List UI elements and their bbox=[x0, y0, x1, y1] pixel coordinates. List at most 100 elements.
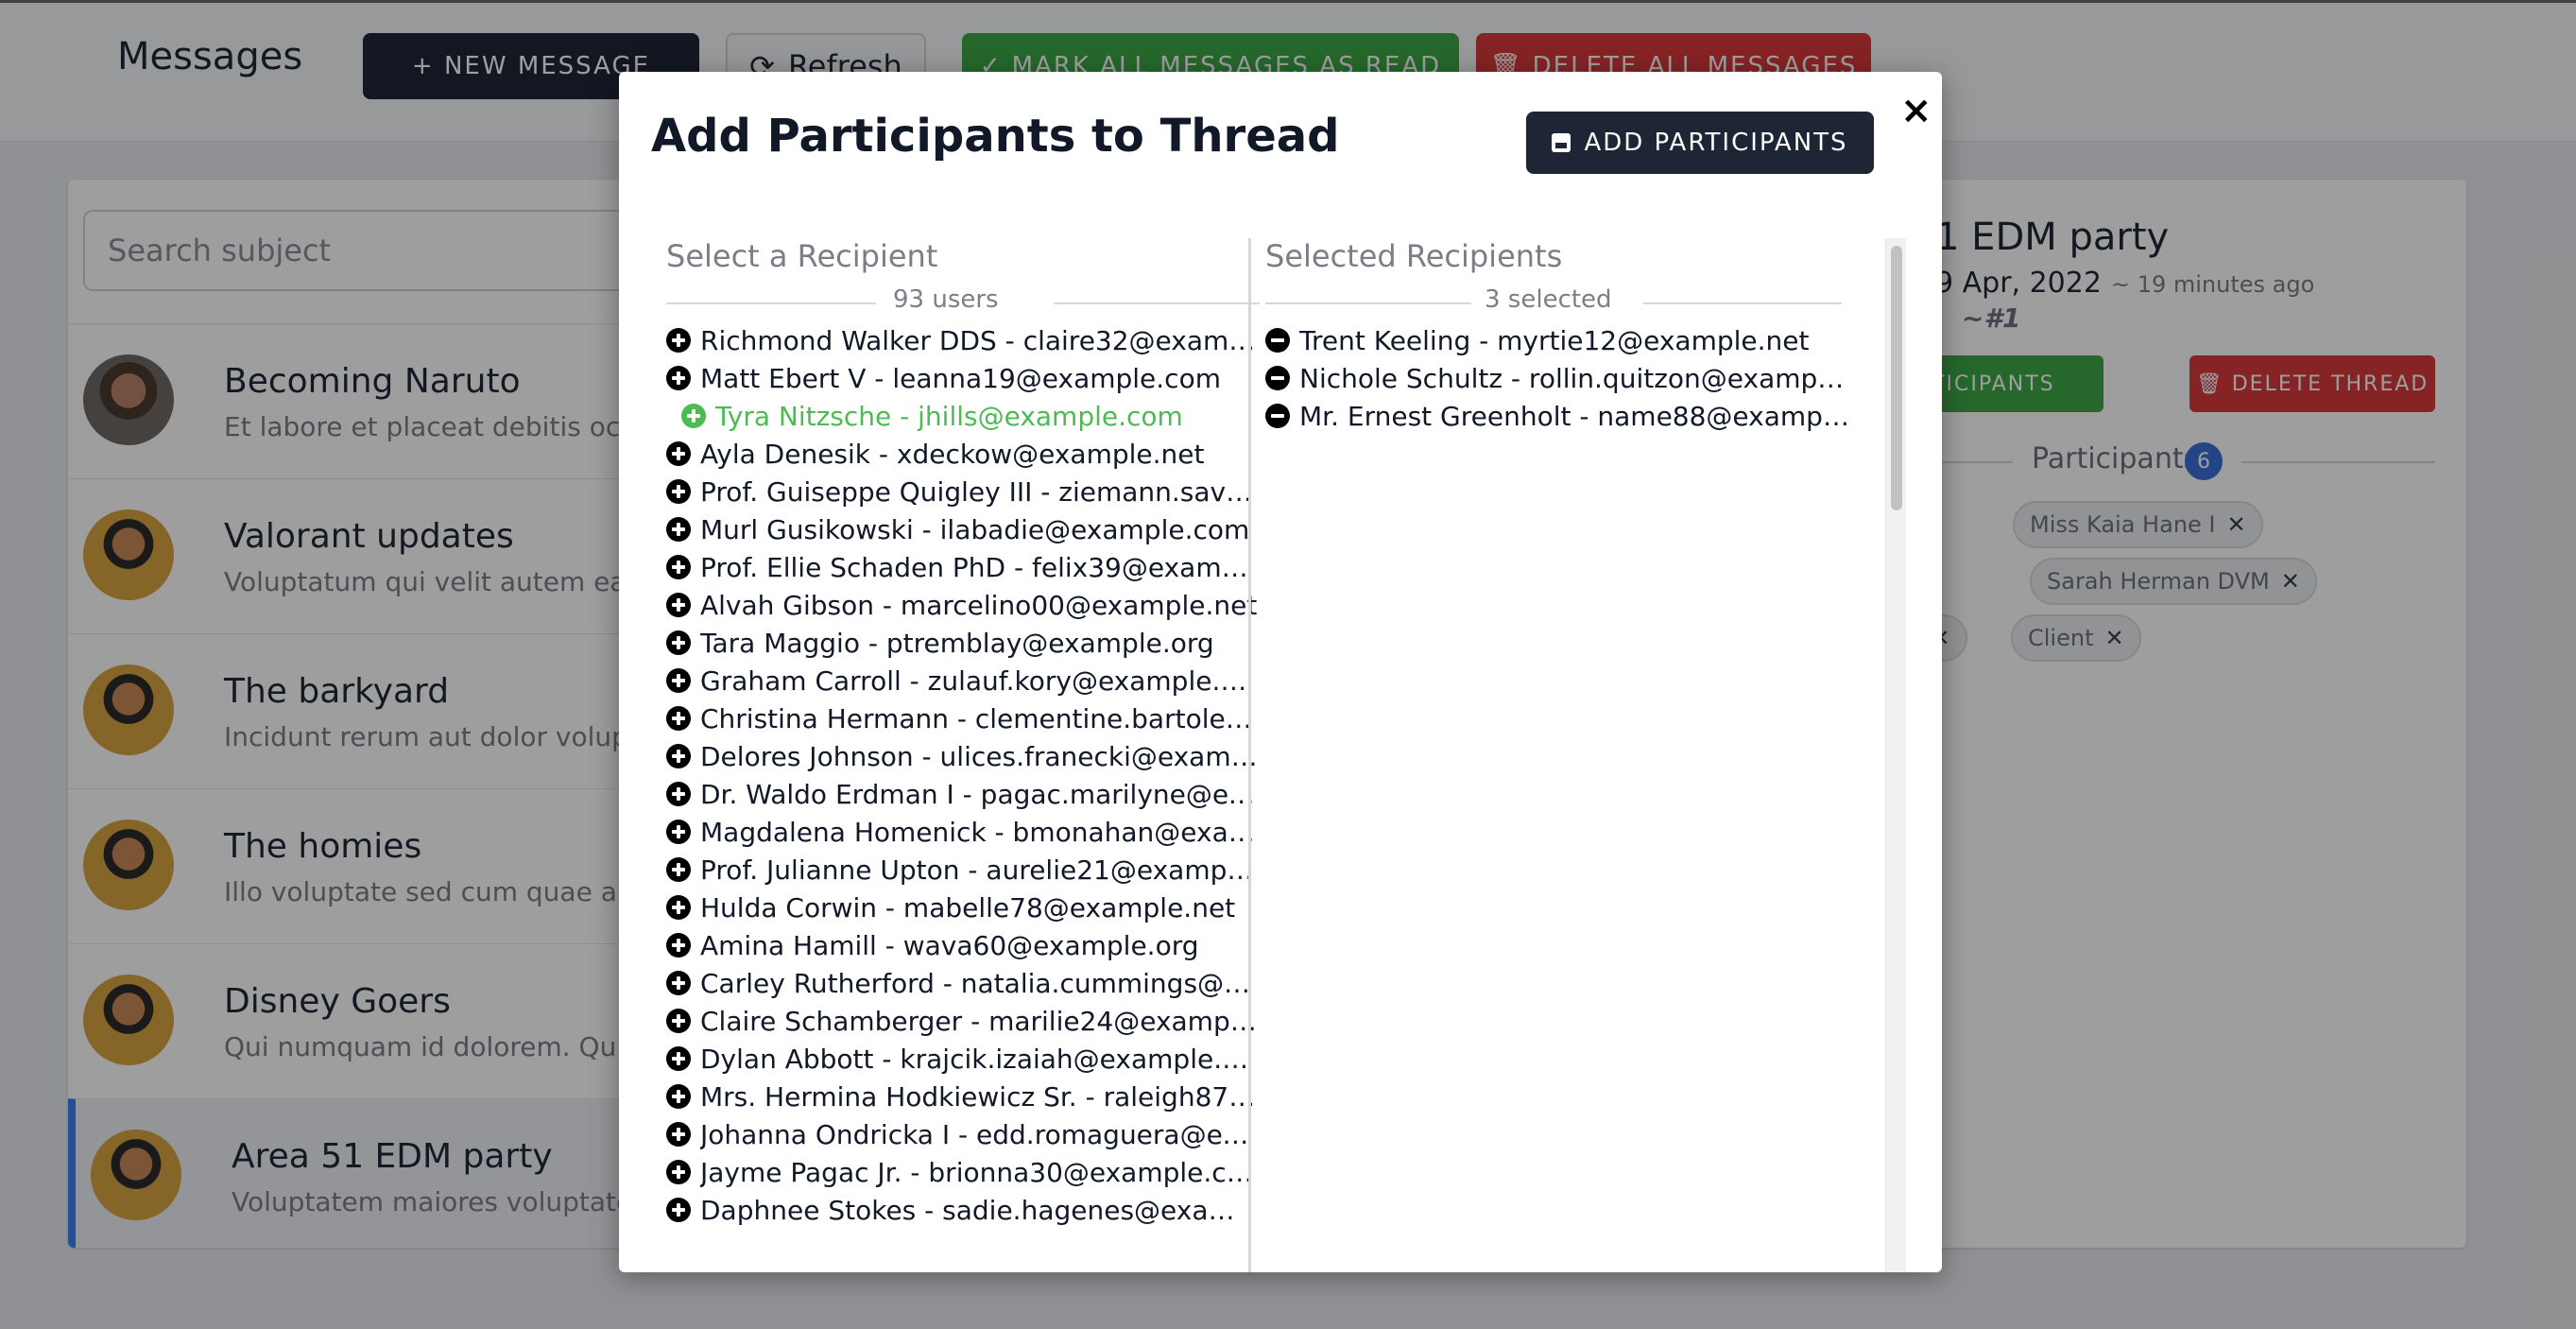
selected-count: 3 selected bbox=[1485, 285, 1612, 314]
plus-circle-icon[interactable] bbox=[666, 1084, 691, 1109]
recipient-label: Mrs. Hermina Hodkiewicz Sr. - raleigh87@… bbox=[700, 1080, 1260, 1113]
recipient-item[interactable]: Christina Hermann - clementine.bartolett… bbox=[666, 699, 1260, 737]
add-participants-submit-button[interactable]: ADD PARTICIPANTS bbox=[1526, 112, 1874, 174]
recipient-item[interactable]: Prof. Julianne Upton - aurelie21@example… bbox=[666, 851, 1260, 889]
minus-circle-icon[interactable] bbox=[1265, 366, 1290, 390]
plus-circle-icon[interactable] bbox=[666, 706, 691, 731]
plus-circle-icon[interactable] bbox=[666, 1122, 691, 1147]
plus-circle-icon[interactable] bbox=[666, 857, 691, 882]
recipient-label: Christina Hermann - clementine.bartolett… bbox=[700, 702, 1260, 734]
recipient-label: Richmond Walker DDS - claire32@example.n… bbox=[700, 324, 1260, 356]
recipient-item[interactable]: Mrs. Hermina Hodkiewicz Sr. - raleigh87@… bbox=[666, 1078, 1260, 1115]
minus-circle-icon[interactable] bbox=[1265, 404, 1290, 428]
recipient-label: Daphnee Stokes - sadie.hagenes@example.c… bbox=[700, 1194, 1260, 1226]
recipient-label: Hulda Corwin - mabelle78@example.net bbox=[700, 891, 1236, 923]
recipient-label: Johanna Ondricka I - edd.romaguera@examp… bbox=[700, 1118, 1260, 1150]
recipient-item[interactable]: Tara Maggio - ptremblay@example.org bbox=[666, 624, 1260, 662]
recipient-label: Dr. Waldo Erdman I - pagac.marilyne@exam… bbox=[700, 778, 1260, 810]
recipient-item[interactable]: Delores Johnson - ulices.franecki@exampl… bbox=[666, 737, 1260, 775]
recipient-label: Matt Ebert V - leanna19@example.com bbox=[700, 362, 1221, 394]
selected-recipient-item[interactable]: Trent Keeling - myrtie12@example.net bbox=[1265, 321, 1851, 359]
close-icon[interactable]: × bbox=[1900, 89, 1932, 132]
scrollbar-thumb[interactable] bbox=[1891, 246, 1902, 510]
recipient-item[interactable]: Prof. Ellie Schaden PhD - felix39@exampl… bbox=[666, 548, 1260, 586]
plus-circle-icon[interactable] bbox=[666, 555, 691, 579]
plus-circle-icon[interactable] bbox=[666, 479, 691, 504]
recipient-list: Richmond Walker DDS - claire32@example.n… bbox=[666, 321, 1260, 1229]
recipient-item[interactable]: Hulda Corwin - mabelle78@example.net bbox=[666, 889, 1260, 926]
recipient-label: Trent Keeling - myrtie12@example.net bbox=[1299, 324, 1810, 356]
recipient-label: Ayla Denesik - xdeckow@example.net bbox=[700, 438, 1205, 470]
selected-list: Trent Keeling - myrtie12@example.net Nich… bbox=[1265, 321, 1851, 435]
recipient-label: Claire Schamberger - marilie24@example.c… bbox=[700, 1005, 1260, 1037]
recipient-item[interactable]: Ayla Denesik - xdeckow@example.net bbox=[666, 435, 1260, 473]
user-count-header: 93 users bbox=[666, 284, 1260, 321]
plus-circle-icon[interactable] bbox=[666, 630, 691, 655]
plus-circle-icon[interactable] bbox=[666, 1046, 691, 1071]
plus-circle-icon[interactable] bbox=[666, 517, 691, 542]
recipient-label: Mr. Ernest Greenholt - name88@example.co… bbox=[1299, 400, 1851, 432]
modal-title: Add Participants to Thread bbox=[651, 110, 1340, 163]
recipient-item[interactable]: Daphnee Stokes - sadie.hagenes@example.c… bbox=[666, 1191, 1260, 1229]
add-participants-label: ADD PARTICIPANTS bbox=[1584, 129, 1848, 157]
recipient-label: Amina Hamill - wava60@example.org bbox=[700, 929, 1199, 961]
recipient-label: Graham Carroll - zulauf.kory@example.net bbox=[700, 664, 1260, 697]
recipient-item[interactable]: Jayme Pagac Jr. - brionna30@example.com bbox=[666, 1153, 1260, 1191]
plus-circle-icon[interactable] bbox=[666, 1198, 691, 1222]
recipient-label: Jayme Pagac Jr. - brionna30@example.com bbox=[700, 1156, 1260, 1188]
recipient-label: Carley Rutherford - natalia.cummings@exa… bbox=[700, 967, 1260, 999]
selected-recipient-item[interactable]: Mr. Ernest Greenholt - name88@example.co… bbox=[1265, 397, 1851, 435]
recipient-item[interactable]: Dr. Waldo Erdman I - pagac.marilyne@exam… bbox=[666, 775, 1260, 813]
selected-recipient-item[interactable]: Nichole Schultz - rollin.quitzon@example… bbox=[1265, 359, 1851, 397]
minus-circle-icon[interactable] bbox=[1265, 328, 1290, 353]
recipient-item[interactable]: Richmond Walker DDS - claire32@example.n… bbox=[666, 321, 1260, 359]
recipient-item[interactable]: Claire Schamberger - marilie24@example.c… bbox=[666, 1002, 1260, 1040]
modal-scrollbar[interactable] bbox=[1885, 238, 1906, 1272]
plus-circle-icon[interactable] bbox=[666, 744, 691, 768]
divider-line bbox=[666, 302, 876, 304]
recipient-label: Tyra Nitzsche - jhills@example.com bbox=[715, 400, 1183, 432]
recipient-item[interactable]: Tyra Nitzsche - jhills@example.com bbox=[666, 397, 1260, 435]
recipient-label: Magdalena Homenick - bmonahan@example.co… bbox=[700, 816, 1260, 848]
recipient-item[interactable]: Dylan Abbott - krajcik.izaiah@example.or… bbox=[666, 1040, 1260, 1078]
recipient-label: Alvah Gibson - marcelino00@example.net bbox=[700, 589, 1258, 621]
recipient-item[interactable]: Prof. Guiseppe Quigley III - ziemann.sav… bbox=[666, 473, 1260, 510]
recipient-item[interactable]: Matt Ebert V - leanna19@example.com bbox=[666, 359, 1260, 397]
plus-circle-icon[interactable] bbox=[666, 782, 691, 806]
recipient-label: Murl Gusikowski - ilabadie@example.com bbox=[700, 513, 1250, 545]
divider-line bbox=[1054, 302, 1260, 304]
recipient-item[interactable]: Magdalena Homenick - bmonahan@example.co… bbox=[666, 813, 1260, 851]
plus-circle-icon[interactable] bbox=[666, 1160, 691, 1184]
plus-circle-icon[interactable] bbox=[666, 971, 691, 995]
plus-circle-icon[interactable] bbox=[666, 441, 691, 466]
recipient-label: Prof. Julianne Upton - aurelie21@example… bbox=[700, 854, 1260, 886]
selected-recipients-column: Selected Recipients 3 selected Trent Kee… bbox=[1265, 238, 1851, 1272]
recipient-label: Dylan Abbott - krajcik.izaiah@example.or… bbox=[700, 1043, 1260, 1075]
column-divider bbox=[1248, 238, 1251, 1272]
plus-circle-icon[interactable] bbox=[666, 593, 691, 617]
plus-circle-icon[interactable] bbox=[666, 933, 691, 958]
selected-count-header: 3 selected bbox=[1265, 284, 1851, 321]
plus-circle-icon[interactable] bbox=[666, 366, 691, 390]
recipient-item[interactable]: Graham Carroll - zulauf.kory@example.net bbox=[666, 662, 1260, 699]
recipient-label: Prof. Guiseppe Quigley III - ziemann.sav… bbox=[700, 475, 1260, 508]
recipient-item[interactable]: Alvah Gibson - marcelino00@example.net bbox=[666, 586, 1260, 624]
recipient-label: Delores Johnson - ulices.franecki@exampl… bbox=[700, 740, 1260, 772]
recipient-item[interactable]: Carley Rutherford - natalia.cummings@exa… bbox=[666, 964, 1260, 1002]
recipient-item[interactable]: Murl Gusikowski - ilabadie@example.com bbox=[666, 510, 1260, 548]
recipient-item[interactable]: Amina Hamill - wava60@example.org bbox=[666, 926, 1260, 964]
add-participants-modal: Add Participants to Thread ADD PARTICIPA… bbox=[619, 72, 1942, 1272]
selected-recipients-heading: Selected Recipients bbox=[1265, 238, 1563, 274]
recipient-item[interactable]: Johanna Ondricka I - edd.romaguera@examp… bbox=[666, 1115, 1260, 1153]
plus-circle-icon[interactable] bbox=[666, 820, 691, 844]
plus-circle-icon[interactable] bbox=[666, 668, 691, 693]
plus-circle-icon[interactable] bbox=[666, 1009, 691, 1033]
recipient-select-column: Select a Recipient 93 users Richmond Wal… bbox=[666, 238, 1260, 1272]
recipient-label: Tara Maggio - ptremblay@example.org bbox=[700, 627, 1214, 659]
plus-circle-icon[interactable] bbox=[681, 404, 706, 428]
plus-circle-icon[interactable] bbox=[666, 328, 691, 353]
plus-circle-icon[interactable] bbox=[666, 895, 691, 920]
recipient-label: Prof. Ellie Schaden PhD - felix39@exampl… bbox=[700, 551, 1260, 583]
recipient-label: Nichole Schultz - rollin.quitzon@example… bbox=[1299, 362, 1851, 394]
divider-line bbox=[1643, 302, 1842, 304]
